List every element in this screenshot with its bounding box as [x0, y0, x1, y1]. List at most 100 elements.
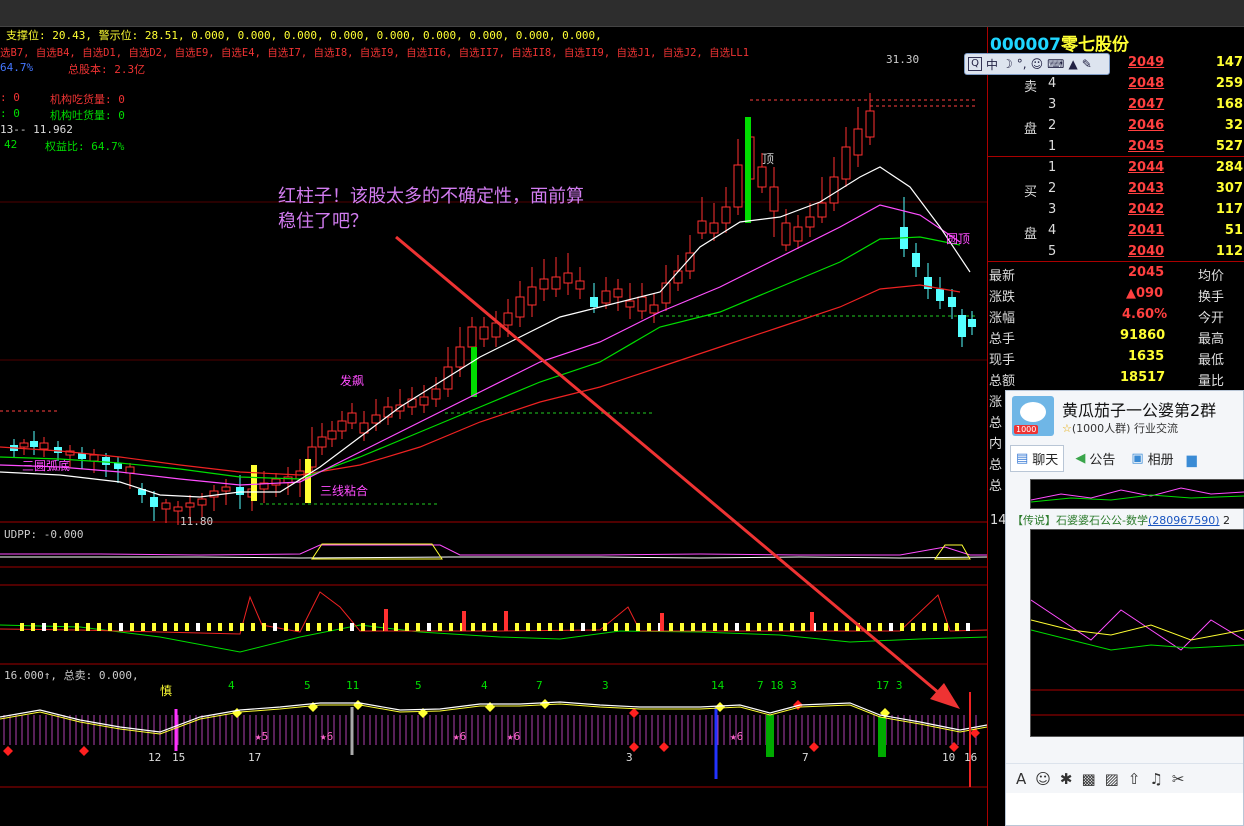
sub2-bar [823, 623, 827, 631]
sub2-bar [933, 623, 937, 631]
group-avatar[interactable]: 1000 [1012, 396, 1054, 436]
sub2-bar [416, 623, 420, 631]
stats-row: 总手 91860 最高 [989, 328, 1225, 347]
top-pattern-label: 圆顶 [946, 232, 971, 246]
tab-album[interactable]: ▣ 相册 [1126, 446, 1178, 471]
qq-icon[interactable]: Q [968, 57, 982, 71]
candle-body [114, 463, 122, 469]
chat-image-chart[interactable] [1030, 529, 1244, 737]
sub2-bar [911, 623, 915, 631]
sub3-number: 3 [602, 679, 609, 692]
sub2-bar [174, 623, 178, 631]
sub2-bar [339, 623, 343, 631]
sub2-bar [152, 623, 156, 631]
candle-body [185, 502, 195, 508]
upload-icon[interactable]: ⇧ [1128, 770, 1141, 788]
candle-body [805, 216, 815, 228]
tab-chat[interactable]: ▤ 聊天 [1010, 444, 1065, 472]
chat-input-field[interactable] [1006, 793, 1243, 825]
buy-volume: 117 [1215, 202, 1243, 217]
sub2-bar [163, 623, 167, 631]
sub2-bar [130, 623, 134, 631]
sub3-signal-bar [878, 717, 886, 757]
sub2-bar [900, 623, 904, 631]
info-line-6: 13-- 11.962 [0, 123, 73, 136]
sub3-bottom-number: 17 [248, 751, 262, 764]
sub2-bar [218, 623, 222, 631]
buy-order-row: 1 2044 284 [1048, 160, 1243, 175]
candle-body [958, 315, 966, 337]
sell-order-row: 1 2045 527 [1048, 139, 1243, 154]
image-icon[interactable]: ▨ [1105, 770, 1119, 788]
candle-body [347, 412, 357, 424]
sub2-bar [581, 623, 585, 631]
institution-buy-info: 机构吃货量: 0 [50, 93, 125, 106]
qq-group-window[interactable]: 1000 黄瓜茄子一公婆第2群 ☆(1000人群) 行业交流 ▤ 聊天 ◀ 公告 ▣… [1005, 390, 1244, 826]
candle-body [419, 396, 429, 406]
sub3-star-label: ★6 [730, 730, 744, 743]
sub2-bar [196, 623, 200, 631]
highlight-candle [305, 459, 311, 503]
kline-chart-svg[interactable] [0, 27, 987, 826]
tab-folder[interactable]: ▆ [1185, 446, 1199, 471]
candle-body [236, 487, 244, 495]
sub3-bottom-number: 10 [942, 751, 956, 764]
candle-body [467, 326, 477, 348]
sub2-bar-group [20, 609, 970, 631]
shen-label: 慎 [160, 684, 173, 698]
sub3-signal-bar [714, 707, 718, 779]
chat-image-thumbnail[interactable] [1030, 479, 1244, 509]
sub2-bar [636, 623, 640, 631]
candle-body [793, 226, 803, 242]
buy-label: 买 [1024, 185, 1038, 200]
sub2-bar [735, 623, 739, 631]
candle-body [54, 447, 62, 453]
candle-body [503, 312, 513, 326]
magic-icon[interactable]: ✱ [1060, 770, 1073, 788]
tab-notice[interactable]: ◀ 公告 [1070, 446, 1120, 471]
ratio-info: 64.7% [0, 61, 34, 74]
sell-label: 盘 [1024, 122, 1038, 137]
custom-watchlist-info: 选B7, 自选B4, 自选D1, 自选D2, 自选E9, 自选E4, 自选I7,… [0, 47, 750, 59]
sub2-bar-red [462, 611, 466, 631]
candle-body [673, 270, 683, 284]
sub2-bar [845, 623, 849, 631]
gift-icon[interactable]: ▩ [1081, 770, 1095, 788]
music-icon[interactable]: ♫ [1149, 770, 1162, 788]
buy-volume: 307 [1215, 181, 1243, 196]
scissors-icon[interactable]: ✂ [1172, 770, 1185, 788]
sub2-bar [779, 623, 783, 631]
bottom-pattern-label: 三圆弧底 [22, 459, 71, 473]
sub3-number: 11 [346, 679, 360, 692]
candle-body [539, 278, 549, 290]
font-icon[interactable]: A [1016, 770, 1026, 788]
sub3-star-label: ★6 [453, 730, 467, 743]
info-line-7a: 42 [4, 138, 18, 151]
buy-price: 2041 [1128, 223, 1165, 238]
emoji-icon[interactable]: ☺ [1035, 770, 1051, 788]
sub3-star-label: ★6 [320, 730, 334, 743]
buy-price: 2043 [1128, 181, 1165, 196]
sell-price: 2049 [1128, 55, 1165, 70]
candle-body [431, 388, 441, 400]
group-name: 黄瓜茄子一公婆第2群 [1062, 401, 1217, 420]
total-shares-info: 总股本: 2.3亿 [68, 63, 146, 76]
sub2-bar [75, 623, 79, 631]
ma-line-magenta [0, 204, 961, 486]
qq-number-link[interactable]: (280967590) [1148, 514, 1220, 527]
sub2-bar [603, 623, 607, 631]
sub2-bar [559, 623, 563, 631]
candle-body [39, 442, 49, 450]
sub2-bar [328, 623, 332, 631]
sub2-bar [834, 623, 838, 631]
buy-volume: 51 [1224, 223, 1243, 238]
stat-value: 2045 [1128, 265, 1165, 280]
low-price-label: 11.80 [180, 515, 214, 528]
candle-body [829, 176, 839, 204]
sub3-bottom-number: 3 [626, 751, 633, 764]
sub2-bar [119, 623, 123, 631]
sub3-bottom-number: 15 [172, 751, 186, 764]
kline-chart-area[interactable]: 支撑位: 20.43, 警示位: 28.51, 0.000, 0.000, 0.… [0, 27, 987, 826]
sub3-header: 16.000↑, 总卖: 0.000, [4, 669, 139, 682]
sub2-bar [31, 623, 35, 631]
